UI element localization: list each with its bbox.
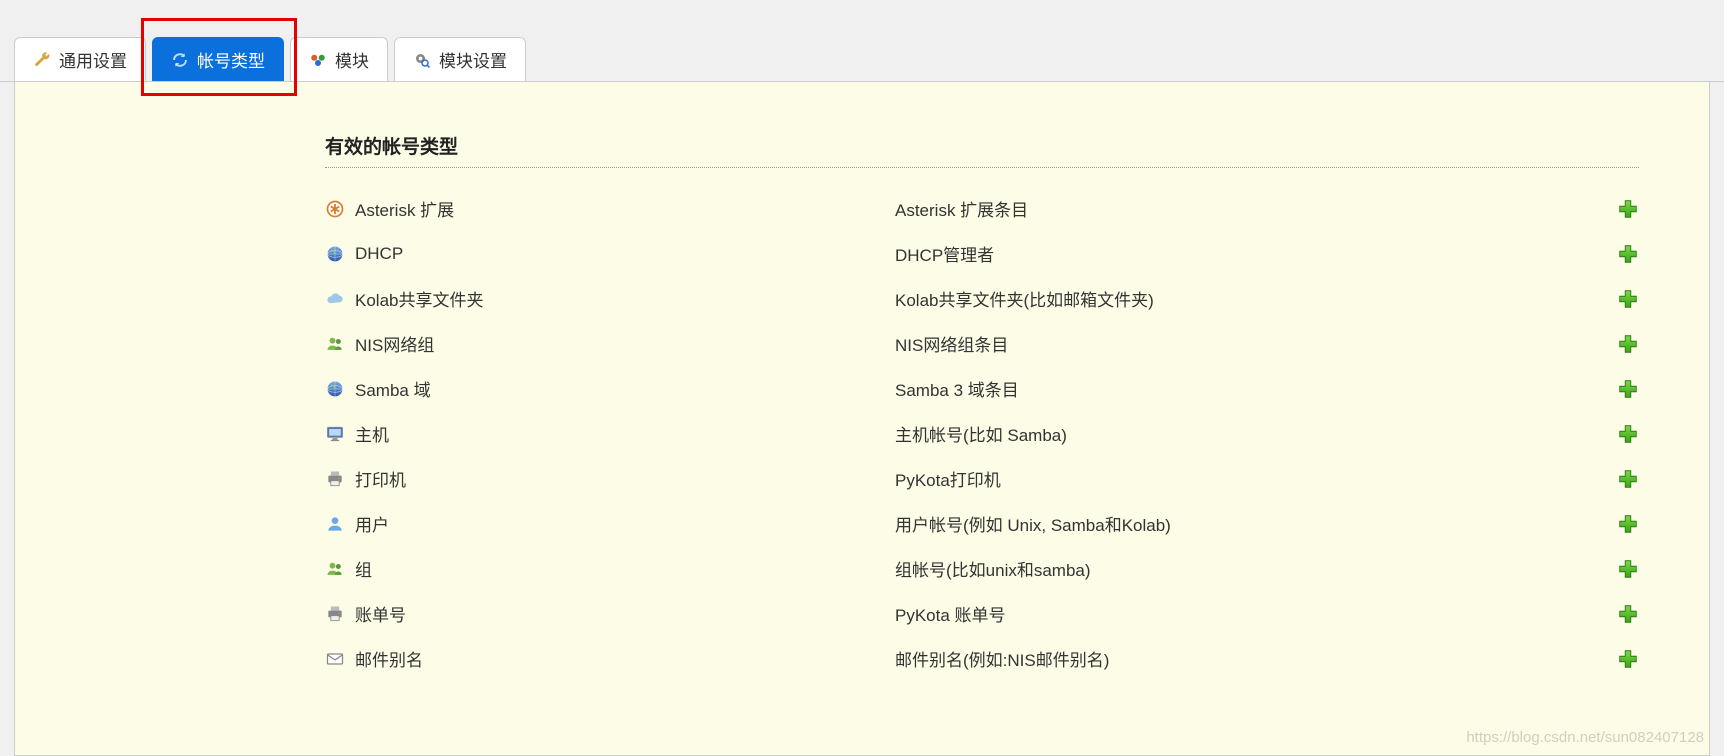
section-divider (325, 167, 1639, 168)
account-type-name: 用户 (355, 511, 895, 536)
add-icon[interactable] (1617, 558, 1639, 580)
cloud-icon (325, 289, 345, 309)
add-icon[interactable] (1617, 648, 1639, 670)
asterisk-icon (325, 199, 345, 219)
account-type-desc: Asterisk 扩展条目 (895, 196, 1579, 221)
tab-label: 模块设置 (439, 47, 507, 72)
account-type-name: 邮件别名 (355, 646, 895, 671)
account-type-name: Kolab共享文件夹 (355, 286, 895, 311)
account-type-desc: Kolab共享文件夹(比如邮箱文件夹) (895, 286, 1579, 311)
section-title: 有效的帐号类型 (325, 132, 1639, 159)
account-type-row: 账单号PyKota 账单号 (325, 591, 1639, 636)
account-type-row: NIS网络组NIS网络组条目 (325, 321, 1639, 366)
account-type-row: 主机主机帐号(比如 Samba) (325, 411, 1639, 456)
mail-icon (325, 649, 345, 669)
tab-label: 通用设置 (59, 47, 127, 72)
account-type-desc: Samba 3 域条目 (895, 376, 1579, 401)
account-type-desc: PyKota 账单号 (895, 601, 1579, 626)
account-type-desc: PyKota打印机 (895, 466, 1579, 491)
gear-search-icon (413, 51, 431, 69)
account-type-desc: NIS网络组条目 (895, 331, 1579, 356)
tab-label: 模块 (335, 47, 369, 72)
tab-2[interactable]: 模块 (290, 37, 388, 81)
user-icon (325, 514, 345, 534)
cubes-icon (309, 51, 327, 69)
tab-1[interactable]: 帐号类型 (152, 37, 284, 81)
users-icon (325, 334, 345, 354)
account-type-name: Asterisk 扩展 (355, 196, 895, 221)
account-type-name: Samba 域 (355, 376, 895, 401)
account-type-desc: 组帐号(比如unix和samba) (895, 556, 1579, 581)
account-type-row: 用户用户帐号(例如 Unix, Samba和Kolab) (325, 501, 1639, 546)
add-icon[interactable] (1617, 198, 1639, 220)
refresh-icon (171, 51, 189, 69)
add-icon[interactable] (1617, 288, 1639, 310)
account-type-row: Asterisk 扩展Asterisk 扩展条目 (325, 186, 1639, 231)
account-type-desc: 邮件别名(例如:NIS邮件别名) (895, 646, 1579, 671)
add-icon[interactable] (1617, 243, 1639, 265)
account-type-name: 组 (355, 556, 895, 581)
add-icon[interactable] (1617, 378, 1639, 400)
account-type-name: NIS网络组 (355, 331, 895, 356)
account-type-row: 打印机PyKota打印机 (325, 456, 1639, 501)
monitor-icon (325, 424, 345, 444)
printer-icon (325, 604, 345, 624)
add-icon[interactable] (1617, 468, 1639, 490)
account-type-name: DHCP (355, 244, 895, 264)
account-types-table: Asterisk 扩展Asterisk 扩展条目DHCPDHCP管理者Kolab… (325, 186, 1639, 681)
add-icon[interactable] (1617, 333, 1639, 355)
tab-0[interactable]: 通用设置 (14, 37, 146, 81)
content-panel: 有效的帐号类型 Asterisk 扩展Asterisk 扩展条目DHCPDHCP… (14, 82, 1710, 756)
account-type-row: Kolab共享文件夹Kolab共享文件夹(比如邮箱文件夹) (325, 276, 1639, 321)
account-type-name: 打印机 (355, 466, 895, 491)
account-type-row: DHCPDHCP管理者 (325, 231, 1639, 276)
users-icon (325, 559, 345, 579)
account-type-row: Samba 域Samba 3 域条目 (325, 366, 1639, 411)
account-type-name: 主机 (355, 421, 895, 446)
account-type-desc: 主机帐号(比如 Samba) (895, 421, 1579, 446)
tab-label: 帐号类型 (197, 47, 265, 72)
printer-icon (325, 469, 345, 489)
globe-icon (325, 244, 345, 264)
tab-3[interactable]: 模块设置 (394, 37, 526, 81)
account-type-row: 邮件别名邮件别名(例如:NIS邮件别名) (325, 636, 1639, 681)
wrench-icon (33, 51, 51, 69)
globe-icon (325, 379, 345, 399)
add-icon[interactable] (1617, 513, 1639, 535)
tabs-bar: 通用设置 帐号类型 模块 模块设置 (0, 0, 1724, 82)
account-type-desc: DHCP管理者 (895, 241, 1579, 266)
add-icon[interactable] (1617, 603, 1639, 625)
account-type-row: 组组帐号(比如unix和samba) (325, 546, 1639, 591)
account-type-desc: 用户帐号(例如 Unix, Samba和Kolab) (895, 511, 1579, 536)
account-type-name: 账单号 (355, 601, 895, 626)
add-icon[interactable] (1617, 423, 1639, 445)
